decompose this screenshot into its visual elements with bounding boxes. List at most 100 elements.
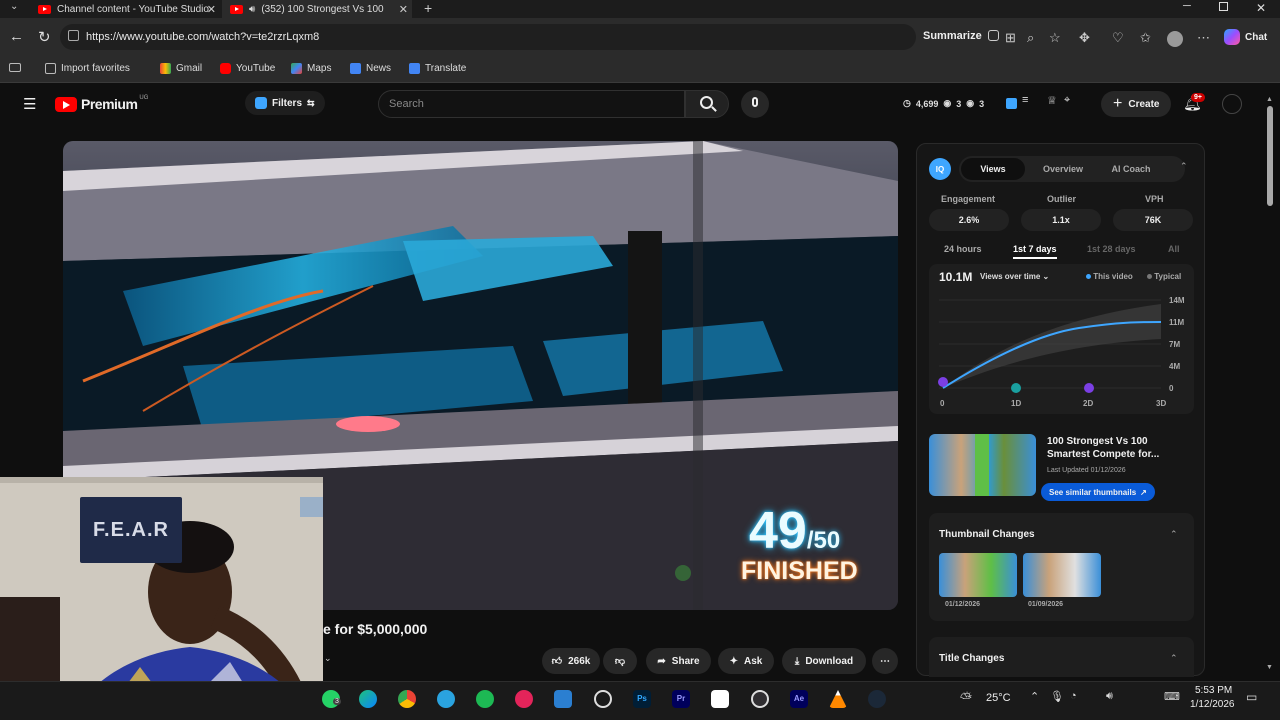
telegram-icon[interactable] [437,690,455,708]
ask-button[interactable]: ✦ Ask [718,648,774,674]
copilot-icon [1224,29,1240,45]
clock-time[interactable]: 5:53 PM [1195,685,1232,696]
spotify-icon[interactable] [476,690,494,708]
bookmark-translate[interactable]: Translate [409,63,466,74]
maximize-icon[interactable] [1219,2,1228,11]
vlc-icon[interactable] [829,690,847,708]
tab-youtube-studio[interactable]: Channel content - YouTube Studio ✕ [30,0,220,18]
favorites-icon[interactable]: ✩ [1140,30,1151,46]
bookmark-news[interactable]: News [350,63,391,74]
url-text: https://www.youtube.com/watch?v=te2rzrLq… [86,31,320,43]
close-tab-icon[interactable]: ✕ [207,3,216,16]
sparkle-icon: ✦ [729,655,739,667]
site-info-icon[interactable] [68,30,79,41]
premiere-icon[interactable]: Pr [672,690,690,708]
iq-toolbar-icon[interactable] [1006,98,1017,109]
edge-icon[interactable] [359,690,377,708]
url-field[interactable]: https://www.youtube.com/watch?v=te2rzrLq… [60,24,916,50]
range-all[interactable]: All [1168,244,1180,254]
youtube-logo[interactable]: Premium UG [55,95,148,112]
tray-chevron-icon[interactable]: ⌃ [1030,690,1039,703]
clock-date[interactable]: 1/12/2026 [1190,699,1235,710]
like-button[interactable]: 👍︎ 266k [542,648,600,674]
close-window-icon[interactable]: ✕ [1256,1,1266,15]
more-actions-button[interactable]: ⋯ [872,648,898,674]
filters-button[interactable]: Filters ⇆ [245,91,325,115]
file-manager-icon[interactable] [554,690,572,708]
browser-essentials-icon[interactable]: ♡ [1112,30,1124,46]
photoshop-icon[interactable]: Ps [633,690,651,708]
tab-views[interactable]: Views [961,158,1025,180]
obs-icon[interactable] [751,690,769,708]
mic-tray-icon[interactable]: 🎙︎ [1050,690,1064,703]
chart-marker-2d [1084,383,1094,393]
keyboard-icon[interactable]: ⌨ [1164,690,1180,703]
close-tab-icon[interactable]: ✕ [399,3,408,16]
bookmark-gmail[interactable]: Gmail [160,63,202,74]
summarize-button[interactable]: Summarize [923,30,999,42]
video-card-title[interactable]: 100 Strongest Vs 100 Smartest Compete fo… [1047,435,1177,461]
wifi-icon[interactable]: ◔ [1070,690,1077,702]
thumbnail-change-1[interactable] [939,553,1017,597]
temperature[interactable]: 25°C [986,692,1011,704]
copilot-chat-button[interactable]: Chat [1224,29,1267,45]
thumbnail-change-2[interactable] [1023,553,1101,597]
bookmark-maps[interactable]: Maps [291,63,331,74]
download-button[interactable]: ⤓ Download [782,648,866,674]
refresh-icon[interactable]: ↻ [38,28,51,46]
tab-video[interactable]: 🔊︎ (352) 100 Strongest Vs 100 Sm ✕ [222,0,412,18]
account-avatar[interactable] [1222,94,1242,114]
range-7d[interactable]: 1st 7 days [1013,244,1057,259]
scroll-down-icon[interactable]: ▼ [1266,664,1273,671]
title-changes-collapse-icon[interactable]: ⌃ [1170,653,1178,664]
create-button[interactable]: + Create [1101,91,1172,117]
profile-avatar[interactable] [1167,31,1183,47]
capcut-icon[interactable] [711,690,729,708]
volume-icon[interactable]: 🔊︎ [1106,690,1113,703]
expand-chevron-icon[interactable]: ⌄ [324,653,332,664]
list-icon[interactable]: ≡ [1022,94,1028,106]
thumbnail-changes-collapse-icon[interactable]: ⌃ [1170,529,1178,540]
voice-search-button[interactable] [741,90,769,118]
page-scrollbar[interactable]: ▲ ▼ [1266,96,1274,676]
more-menu-icon[interactable]: ⋯ [1197,30,1210,46]
video-thumbnail[interactable] [929,434,1036,496]
tab-list-chevron-icon[interactable]: ⌄ [10,1,18,12]
speaker-icon[interactable]: 🔊︎ [249,4,255,15]
share-button[interactable]: ➦ Share [646,648,711,674]
back-icon[interactable]: ← [9,28,24,45]
range-24h[interactable]: 24 hours [944,244,982,254]
search-button[interactable] [685,90,729,118]
trophy-icon[interactable]: ♕ [1047,94,1057,107]
minimize-icon[interactable]: ─ [1183,0,1191,12]
create-label: Create [1128,98,1160,110]
chatgpt-icon[interactable] [594,690,612,708]
collapse-panel-icon[interactable]: ⌃ [1180,161,1188,172]
xtick-3d: 3D [1156,399,1167,408]
rocket-icon[interactable]: ⌖ [1064,94,1070,107]
scroll-thumb[interactable] [1267,106,1273,206]
bookmark-import-favorites[interactable]: Import favorites [45,63,130,74]
favorite-star-icon[interactable]: ☆ [1049,30,1061,46]
see-similar-thumbnails-button[interactable]: See similar thumbnails ↗ [1041,483,1155,501]
bookmark-youtube[interactable]: YouTube [220,63,275,74]
hamburger-menu-icon[interactable]: ☰ [23,95,36,113]
new-tab-icon[interactable]: + [424,0,432,16]
premium-label: Premium [81,96,138,112]
search-input[interactable]: Search [378,90,685,118]
steam-icon[interactable] [868,690,886,708]
notifications-icon[interactable]: ▭ [1246,690,1257,704]
media-player-icon[interactable] [515,690,533,708]
sidebar-toggle-icon[interactable] [9,63,21,72]
scroll-up-icon[interactable]: ▲ [1266,96,1273,103]
tab-ai-coach[interactable]: AI Coach [1099,158,1163,180]
weather-icon[interactable]: ⛅︎ [960,690,972,707]
extensions-icon[interactable]: ✥ [1079,30,1090,46]
range-28d[interactable]: 1st 28 days [1087,244,1136,254]
dislike-button[interactable]: 👎︎ [603,648,637,674]
after-effects-icon[interactable]: Ae [790,690,808,708]
app-available-icon[interactable]: ⊞ [1005,30,1016,46]
chrome-icon[interactable] [398,690,416,708]
tab-overview[interactable]: Overview [1031,158,1095,180]
zoom-icon[interactable]: ⌕ [1027,30,1034,46]
